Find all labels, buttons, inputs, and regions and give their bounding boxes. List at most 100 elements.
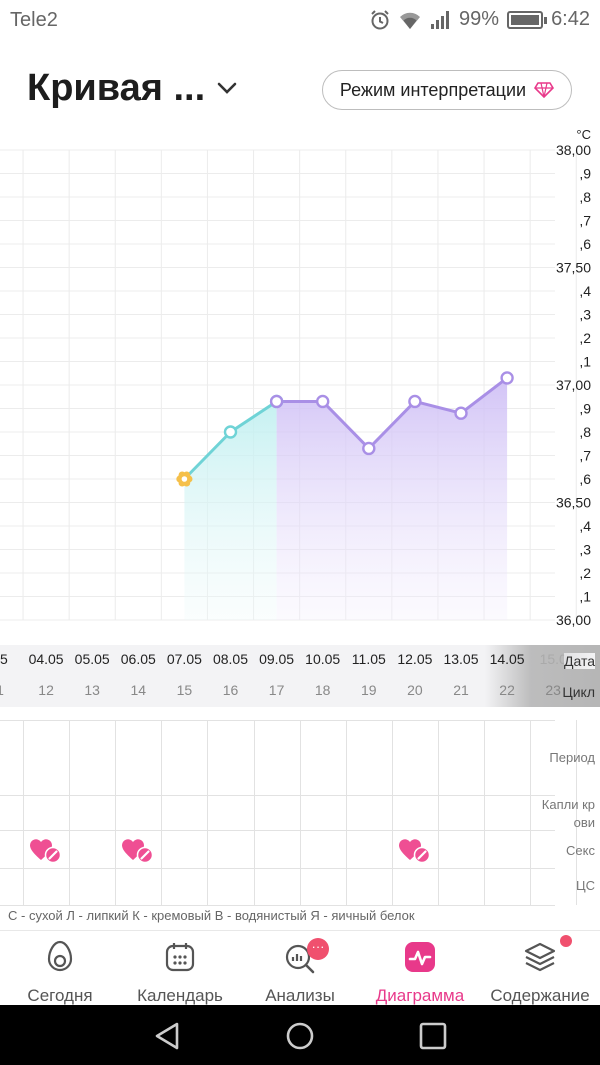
clock: 6:42 xyxy=(551,8,590,30)
y-tick-label: ,8 xyxy=(579,424,591,440)
y-tick-label: 37,50 xyxy=(556,260,591,276)
sex-heart-icon[interactable] xyxy=(398,838,433,864)
cycle-day-label[interactable]: 17 xyxy=(253,682,301,698)
sex-heart-icon[interactable] xyxy=(122,838,156,864)
bottom-navigation: Сегодня Календарь ··· Анализы Диаграмма … xyxy=(0,930,600,1006)
date-label[interactable]: 13.05 xyxy=(437,651,485,667)
y-tick-label: 36,50 xyxy=(556,495,591,511)
battery-icon xyxy=(507,10,548,29)
symptom-row-divider xyxy=(0,905,555,906)
date-label[interactable]: 04.05 xyxy=(22,651,70,667)
cycle-day-label[interactable]: 14 xyxy=(114,682,162,698)
analysis-badge: ··· xyxy=(307,938,329,960)
diamond-icon xyxy=(534,82,555,98)
date-label[interactable]: 11.05 xyxy=(345,651,393,667)
interpretation-mode-button[interactable]: Режим интерпретации xyxy=(322,70,572,110)
y-tick-label: ,7 xyxy=(579,213,591,229)
y-tick-label: ,9 xyxy=(579,401,591,417)
date-label[interactable]: 06.05 xyxy=(114,651,162,667)
symptoms-grid[interactable]: Период Капли кр ови Секс ЦС xyxy=(0,720,600,906)
cycle-day-label[interactable]: 22 xyxy=(483,682,531,698)
symptom-column-divider xyxy=(253,720,255,905)
calendar-icon xyxy=(165,943,195,972)
data-point xyxy=(454,406,468,420)
y-tick-label: ,6 xyxy=(579,236,591,252)
symptom-column-divider xyxy=(484,720,485,905)
y-tick-label: ,7 xyxy=(579,448,591,464)
symptom-row-label: Период xyxy=(549,750,595,765)
symptom-row-divider xyxy=(0,830,555,831)
layers-icon xyxy=(524,942,556,972)
cycle-day-label[interactable]: 1 xyxy=(0,682,24,698)
nav-chart[interactable]: Диаграмма xyxy=(360,931,480,1006)
system-navigation-bar xyxy=(0,1005,600,1065)
date-cycle-row[interactable]: 05 1 04.05 12 05.05 13 06.05 14 07.05 15 08.05 16 09… xyxy=(0,645,600,707)
cycle-day-label[interactable]: 13 xyxy=(68,682,116,698)
wifi-icon xyxy=(400,12,421,29)
back-icon[interactable] xyxy=(153,1021,181,1051)
chart-title[interactable]: Кривая ... xyxy=(27,67,205,110)
chevron-down-icon[interactable] xyxy=(216,81,238,95)
symptom-column-divider xyxy=(161,720,163,905)
y-tick-label: ,4 xyxy=(579,518,591,534)
status-icons: 99% 6:42 xyxy=(369,8,590,31)
y-tick-label: ,1 xyxy=(579,589,591,605)
ovulation-marker-icon xyxy=(181,476,188,482)
symptom-row-divider xyxy=(0,868,555,869)
y-tick-label: 38,00 xyxy=(556,142,591,158)
cycle-row-label: Цикл xyxy=(562,684,595,700)
content-notification-dot xyxy=(560,935,572,947)
carrier-name: Tele2 xyxy=(10,9,58,31)
signal-icon xyxy=(431,10,450,29)
sex-heart-icon[interactable] xyxy=(30,838,64,864)
date-label[interactable]: 05.05 xyxy=(68,651,116,667)
symptom-row-divider xyxy=(0,795,555,796)
header: Кривая ... Режим интерпретации xyxy=(0,55,600,125)
y-tick-label: ,3 xyxy=(579,542,591,558)
date-label[interactable]: 07.05 xyxy=(160,651,208,667)
symptom-column-divider xyxy=(115,720,117,905)
date-label[interactable]: 14.05 xyxy=(483,651,531,667)
interpretation-mode-label: Режим интерпретации xyxy=(339,79,527,100)
date-label[interactable]: 09.05 xyxy=(253,651,301,667)
symptom-row-label: Капли кр ови xyxy=(541,797,595,830)
y-tick-label: ,2 xyxy=(579,330,591,346)
nav-calendar[interactable]: Календарь xyxy=(120,931,240,1006)
battery-percent: 99% xyxy=(459,8,500,30)
symptom-column-divider xyxy=(437,720,439,905)
data-point xyxy=(500,371,514,385)
symptom-column-divider xyxy=(391,720,393,905)
y-tick-label: ,1 xyxy=(579,354,591,370)
symptom-column-divider xyxy=(345,720,347,905)
date-label[interactable]: 08.05 xyxy=(207,651,255,667)
symptom-row-label: ЦС xyxy=(575,878,595,893)
nav-calendar-label: Календарь xyxy=(137,986,223,1005)
y-tick-label: ,8 xyxy=(579,189,591,205)
home-icon[interactable] xyxy=(285,1021,315,1051)
date-label[interactable]: 05 xyxy=(0,651,24,667)
symptom-row-label: Секс xyxy=(566,843,595,858)
cycle-day-label[interactable]: 19 xyxy=(345,682,393,698)
nav-analysis[interactable]: ··· Анализы xyxy=(240,931,360,1006)
recents-icon[interactable] xyxy=(419,1022,447,1050)
cycle-day-label[interactable]: 18 xyxy=(299,682,347,698)
y-tick-label: ,6 xyxy=(579,471,591,487)
y-unit-label: °C xyxy=(576,127,591,142)
chart-icon xyxy=(405,942,435,972)
data-point xyxy=(223,425,238,439)
y-tick-label: 36,00 xyxy=(556,612,591,628)
cycle-day-label[interactable]: 21 xyxy=(437,682,485,698)
status-bar: Tele2 99% 6:42 xyxy=(0,0,600,42)
nav-today[interactable]: Сегодня xyxy=(0,931,120,1006)
cycle-day-label[interactable]: 20 xyxy=(391,682,439,698)
y-tick-label: ,4 xyxy=(579,283,591,299)
cycle-day-label[interactable]: 15 xyxy=(160,682,208,698)
date-label[interactable]: 12.05 xyxy=(391,651,439,667)
y-tick-label: ,3 xyxy=(579,307,591,323)
date-label[interactable]: 10.05 xyxy=(299,651,347,667)
cycle-day-label[interactable]: 16 xyxy=(207,682,255,698)
cycle-day-label[interactable]: 12 xyxy=(22,682,70,698)
nav-content[interactable]: Содержание xyxy=(480,931,600,1006)
temperature-chart[interactable]: 38,00 ,9 ,8 ,7 ,6 37,50 ,4 ,3 ,2 ,1 37,00 ,9 ,8 ,7 ,6 3… xyxy=(0,125,600,630)
nav-today-label: Сегодня xyxy=(27,986,93,1005)
